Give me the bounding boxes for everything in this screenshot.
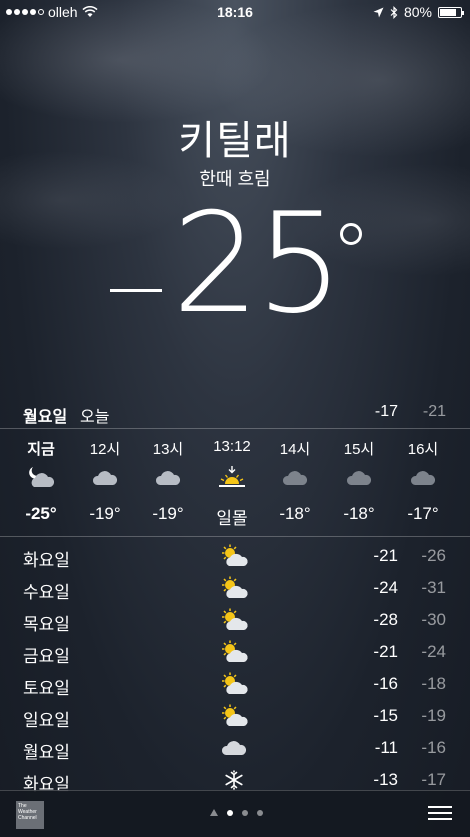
hour-time: 13시 xyxy=(152,441,184,458)
hour-temp: -18° xyxy=(343,504,375,523)
page-dot[interactable] xyxy=(242,809,248,816)
day-low: -31 xyxy=(421,578,446,597)
cloud-icon xyxy=(410,471,436,485)
list-icon[interactable] xyxy=(428,806,452,824)
divider xyxy=(0,536,470,537)
day-high: -28 xyxy=(373,610,398,629)
sunset-icon xyxy=(219,466,245,487)
day-low: -30 xyxy=(421,610,446,629)
cloud-icon xyxy=(282,471,308,485)
day-low: -16 xyxy=(421,738,446,757)
cloud-icon xyxy=(221,741,247,755)
day-high: -11 xyxy=(374,738,398,757)
hour-temp: 일몰 xyxy=(216,509,248,528)
divider xyxy=(0,428,470,429)
cloud-icon xyxy=(155,471,181,485)
hourly-item: 지금 -25° xyxy=(9,432,73,524)
daily-row: 월요일 -11 -16 xyxy=(0,732,470,764)
day-name: 수요일 xyxy=(23,583,70,602)
hourly-item: 14시 -18° xyxy=(263,432,327,524)
day-name: 금요일 xyxy=(23,647,70,666)
bottom-toolbar: The Weather Channel xyxy=(0,790,470,837)
battery-icon xyxy=(438,6,464,18)
day-low: -17 xyxy=(421,770,446,789)
hour-time: 13:12 xyxy=(213,438,251,455)
page-dot[interactable] xyxy=(227,809,233,816)
day-name: 목요일 xyxy=(23,615,70,634)
bluetooth-icon xyxy=(390,5,398,19)
status-bar: olleh 18:16 80% xyxy=(0,0,470,24)
day-high: -16 xyxy=(373,674,398,693)
today-low: -21 xyxy=(422,403,446,420)
daily-row: 금요일 -21 -24 xyxy=(0,636,470,668)
day-name: 일요일 xyxy=(23,711,70,730)
hour-temp: -19° xyxy=(89,504,121,523)
hour-time: 12시 xyxy=(89,441,121,458)
snowflake-icon xyxy=(225,770,243,790)
hour-time: 15시 xyxy=(343,441,375,458)
partly-sunny-icon xyxy=(222,672,248,694)
day-high: -24 xyxy=(373,578,398,597)
day-name: 월요일 xyxy=(23,743,70,762)
partly-sunny-icon xyxy=(222,640,248,662)
hour-temp: -17° xyxy=(407,504,439,523)
daily-row: 토요일 -16 -18 xyxy=(0,668,470,700)
location-arrow-icon xyxy=(373,7,384,17)
page-dot[interactable] xyxy=(257,809,263,816)
day-low: -26 xyxy=(421,546,446,565)
cloud-icon xyxy=(92,471,118,485)
daily-row: 목요일 -28 -30 xyxy=(0,604,470,636)
battery-fill xyxy=(440,8,456,16)
partly-sunny-icon xyxy=(222,608,248,630)
city-name: 키틸래 xyxy=(178,119,292,163)
hourly-forecast[interactable]: 지금 -25° 12시 -19° 13시 -19° 13:12 일몰 14시 -… xyxy=(0,432,470,536)
partly-sunny-icon xyxy=(222,576,248,598)
day-high: -21 xyxy=(373,546,398,565)
temperature-value: 25 xyxy=(172,183,344,344)
temperature-minus-sign xyxy=(110,289,162,292)
day-name: 토요일 xyxy=(23,679,70,698)
day-high: -15 xyxy=(373,706,398,725)
status-icons: 80% xyxy=(373,4,464,20)
cloud-icon xyxy=(346,471,372,485)
hour-time: 14시 xyxy=(279,441,311,458)
day-high: -13 xyxy=(373,770,398,789)
hour-temp: -25° xyxy=(25,504,57,523)
day-low: -19 xyxy=(421,706,446,725)
hourly-item: 16시 -17° xyxy=(391,432,455,524)
daily-forecast[interactable]: 화요일 -21 -26 수요일 -24 -31 목요일 -28 -30 금요일 … xyxy=(0,540,470,796)
weather-channel-logo[interactable]: The Weather Channel xyxy=(16,801,44,829)
hourly-item: 12시 -19° xyxy=(73,432,137,524)
today-high: -17 xyxy=(374,403,398,420)
battery-percent: 80% xyxy=(403,4,432,20)
hour-time: 16시 xyxy=(407,441,439,458)
degree-symbol xyxy=(340,223,362,245)
cloud-moon-icon xyxy=(29,467,55,487)
location-page-icon[interactable] xyxy=(210,809,218,816)
today-row: 월요일 오늘 -17 -21 xyxy=(0,398,470,428)
current-temperature: 25 xyxy=(0,195,470,345)
day-low: -24 xyxy=(421,642,446,661)
daily-row: 일요일 -15 -19 xyxy=(0,700,470,732)
daily-row: 화요일 -21 -26 xyxy=(0,540,470,572)
hourly-item: 15시 -18° xyxy=(327,432,391,524)
hour-temp: -19° xyxy=(152,504,184,523)
partly-sunny-icon xyxy=(222,704,248,726)
today-label: 오늘 xyxy=(80,409,110,426)
hour-temp: -18° xyxy=(279,504,311,523)
day-name: 화요일 xyxy=(23,551,70,570)
hourly-item: 13:12 일몰 xyxy=(200,432,264,529)
daily-row: 수요일 -24 -31 xyxy=(0,572,470,604)
hourly-item: 13시 -19° xyxy=(136,432,200,524)
logo-text: The Weather Channel xyxy=(18,803,37,821)
partly-sunny-icon xyxy=(222,544,248,566)
hour-time: 지금 xyxy=(27,441,55,458)
page-indicator[interactable] xyxy=(210,809,263,816)
day-low: -18 xyxy=(421,674,446,693)
day-high: -21 xyxy=(373,642,398,661)
today-day-name: 월요일 xyxy=(23,409,68,426)
